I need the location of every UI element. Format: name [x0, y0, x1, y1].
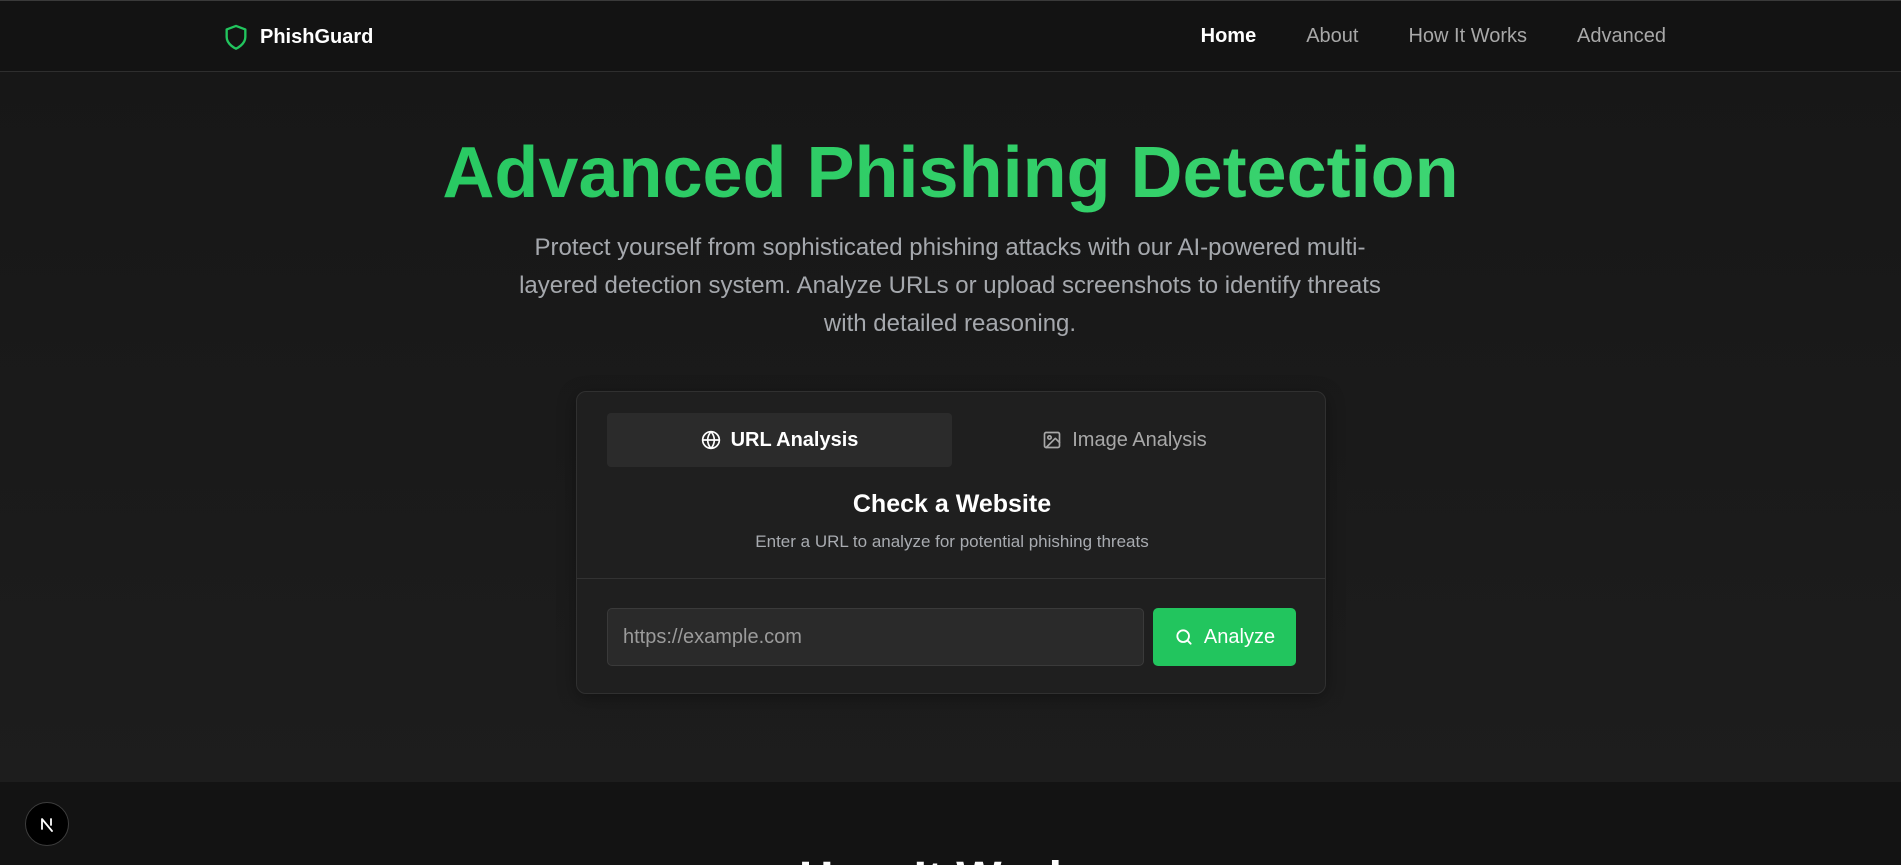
tab-image-analysis[interactable]: Image Analysis: [952, 413, 1297, 467]
image-icon: [1043, 431, 1061, 449]
shield-icon: [225, 24, 247, 50]
card-description: Enter a URL to analyze for potential phi…: [755, 532, 1149, 551]
top-nav: PhishGuard Home About How It Works Advan…: [0, 0, 1901, 72]
analyze-button[interactable]: Analyze: [1153, 608, 1296, 666]
nav-link-how-it-works[interactable]: How It Works: [1408, 25, 1527, 48]
nextjs-logo-icon: [41, 818, 53, 832]
card-divider: [577, 578, 1325, 579]
how-it-works-section: How It Works: [0, 782, 1901, 865]
tab-url-analysis[interactable]: URL Analysis: [607, 413, 952, 467]
nextjs-dev-indicator[interactable]: [25, 802, 69, 846]
hero-title: Advanced Phishing Detection: [0, 132, 1901, 215]
hero-subtitle: Protect yourself from sophisticated phis…: [519, 234, 1381, 337]
nav-links: Home About How It Works Advanced: [1201, 25, 1666, 48]
tab-image-analysis-label: Image Analysis: [1072, 428, 1207, 451]
section-title: How It Works: [0, 852, 1901, 865]
globe-icon: [701, 430, 720, 450]
nav-link-advanced[interactable]: Advanced: [1577, 25, 1666, 48]
card-title: Check a Website: [852, 490, 1052, 518]
analysis-tabs: URL Analysis Image Analysis: [607, 413, 1297, 467]
analysis-card: URL Analysis Image Analysis Check a Webs…: [576, 391, 1326, 694]
nav-link-home[interactable]: Home: [1201, 25, 1257, 48]
tab-url-analysis-label: URL Analysis: [730, 428, 859, 451]
nav-link-about[interactable]: About: [1306, 25, 1358, 48]
search-icon: [1176, 629, 1192, 645]
hero-section: Advanced Phishing Detection Protect your…: [0, 72, 1901, 782]
url-input[interactable]: [607, 608, 1144, 666]
brand[interactable]: PhishGuard: [222, 23, 373, 51]
analyze-button-label: Analyze: [1203, 625, 1276, 648]
brand-name: PhishGuard: [260, 25, 374, 48]
